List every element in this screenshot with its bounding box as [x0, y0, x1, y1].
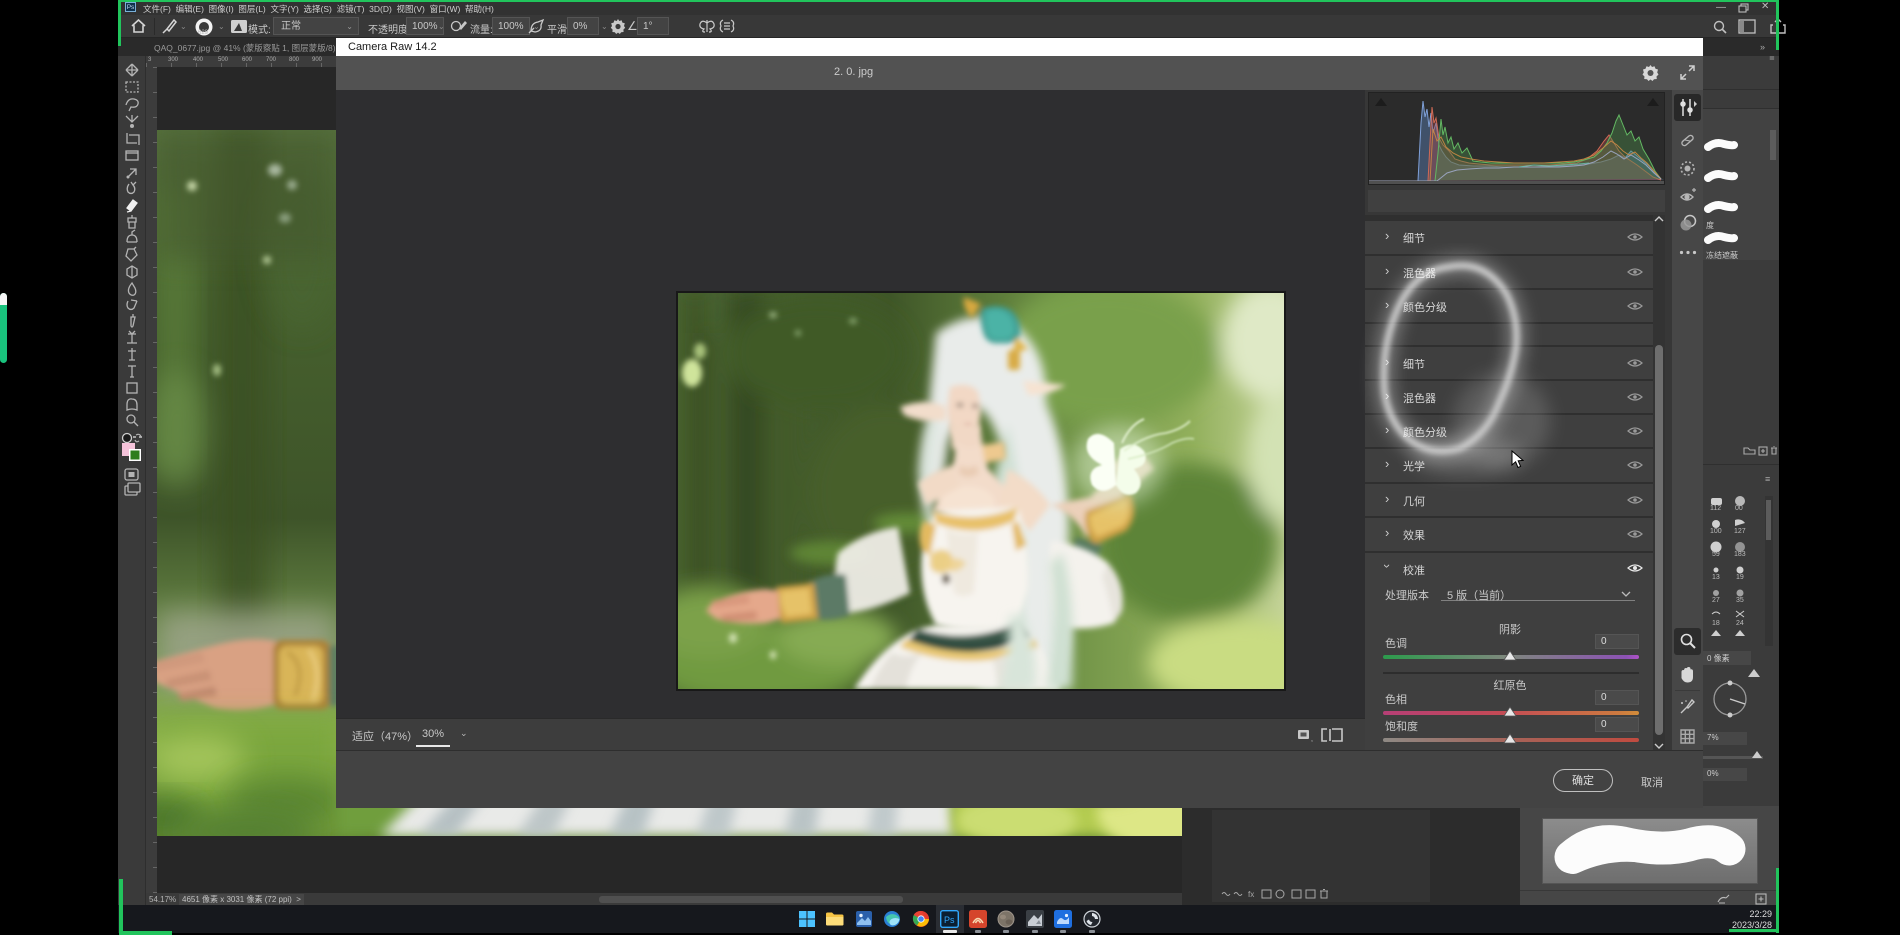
- svg-text:Ps: Ps: [944, 915, 955, 925]
- svg-text:fx: fx: [1248, 890, 1254, 899]
- svg-text:,: ,: [1311, 736, 1313, 743]
